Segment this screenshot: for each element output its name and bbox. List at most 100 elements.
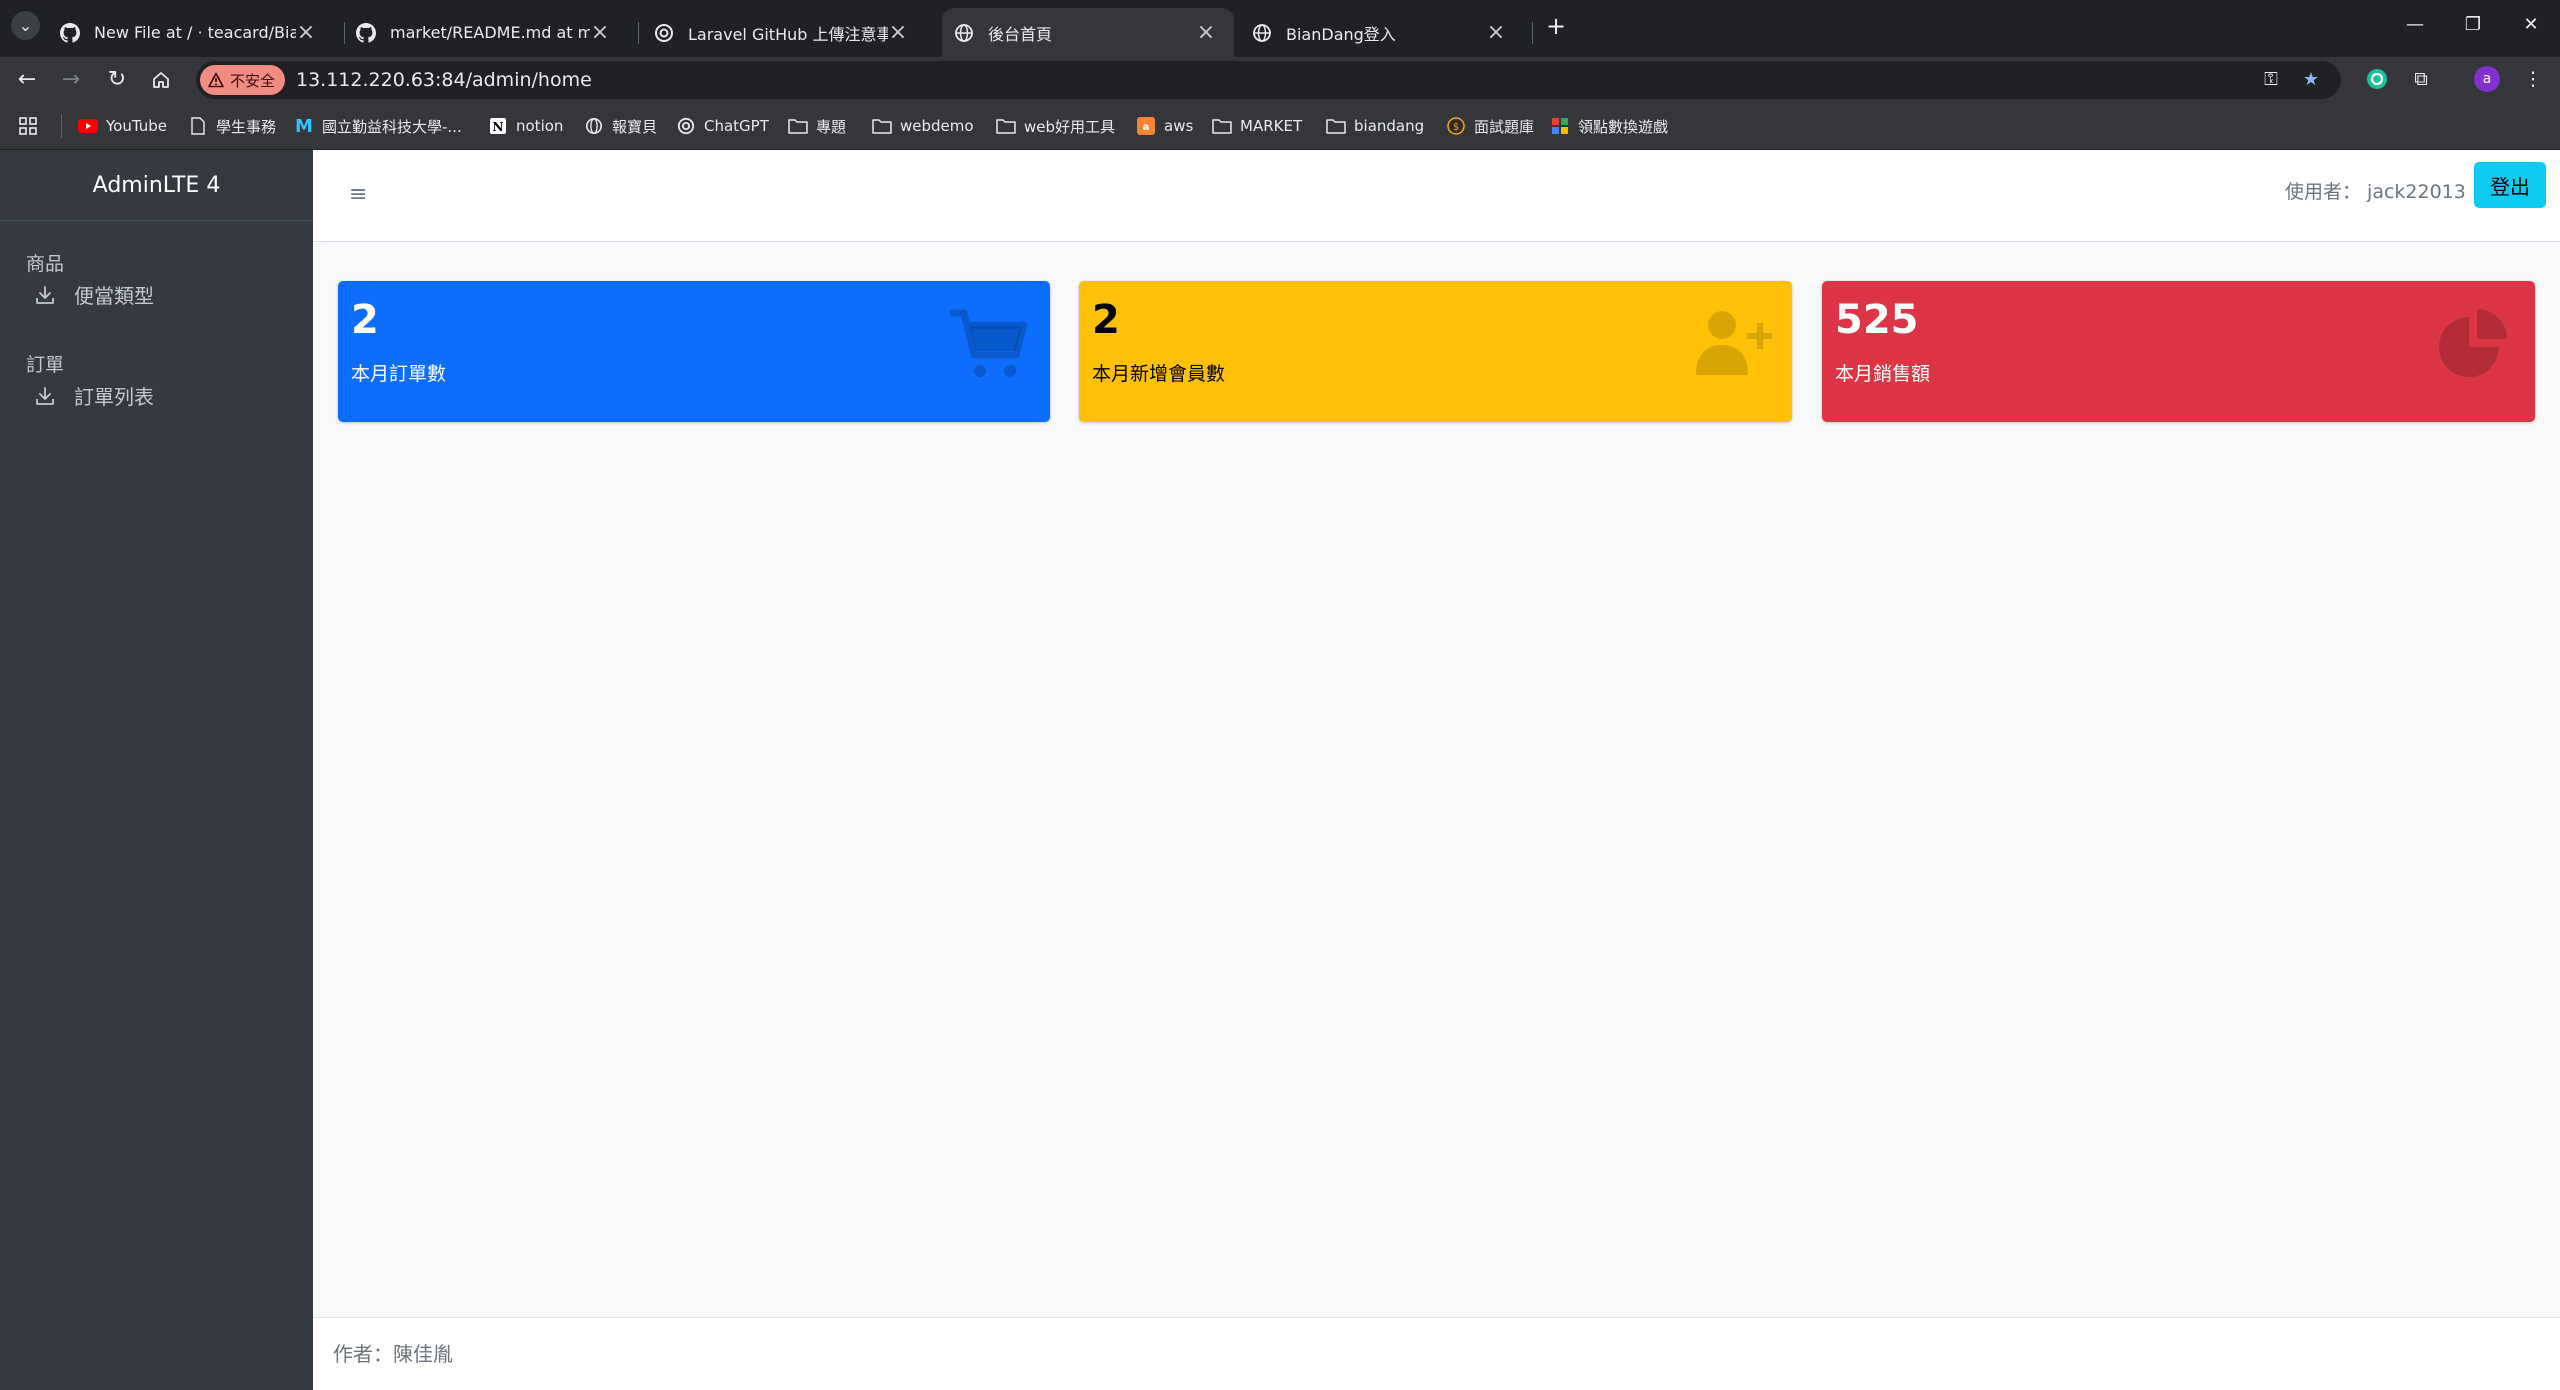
security-label: 不安全 <box>230 71 276 90</box>
bookmark-item[interactable]: 報寶貝 <box>584 102 657 150</box>
back-button[interactable]: ← <box>12 65 42 95</box>
bookmark-label: web好用工具 <box>1024 117 1116 136</box>
close-icon: ✕ <box>2523 14 2539 35</box>
bookmark-star-button[interactable]: ★ <box>2298 67 2324 93</box>
forward-button[interactable]: → <box>56 65 86 95</box>
browser-tab[interactable]: market/README.md at main × <box>352 8 628 57</box>
browser-tab[interactable]: BianDang登入 × <box>1248 8 1524 57</box>
bookmark-label: YouTube <box>106 117 167 135</box>
bookmark-folder[interactable]: webdemo <box>872 102 974 150</box>
sidebar-toggle-button[interactable]: ≡ <box>349 180 371 210</box>
stat-box-monthly-orders: 2 本月訂單數 <box>338 281 1050 422</box>
svg-text:N: N <box>493 120 504 134</box>
extension-button[interactable] <box>2364 66 2390 92</box>
tab-search-button[interactable]: ⌄ <box>11 11 40 40</box>
globe-icon <box>584 116 604 136</box>
sidebar: AdminLTE 4 商品 便當類型 訂單 訂單列表 <box>0 150 313 1390</box>
arrow-right-icon: → <box>61 67 81 92</box>
bookmark-folder[interactable]: MARKET <box>1212 102 1302 150</box>
bookmark-item[interactable]: N notion <box>488 102 563 150</box>
github-icon <box>60 22 80 43</box>
sidebar-item-label: 訂單列表 <box>74 385 154 409</box>
close-window-button[interactable]: ✕ <box>2516 10 2546 40</box>
page-icon <box>188 116 208 136</box>
minimize-icon: — <box>2406 14 2424 35</box>
tab-close-icon[interactable]: × <box>1196 21 1216 43</box>
more-vertical-icon: ⋮ <box>2523 68 2543 90</box>
tab-close-icon[interactable]: × <box>590 21 610 43</box>
tab-close-icon[interactable]: × <box>888 21 908 43</box>
openai-icon <box>654 23 674 43</box>
sidebar-item-order-list[interactable]: 訂單列表 <box>34 381 154 410</box>
star-icon: ★ <box>2302 69 2320 90</box>
security-chip[interactable]: 不安全 <box>200 65 286 95</box>
stat-label: 本月新增會員數 <box>1092 363 1226 385</box>
browser-tab-strip: ⌄ New File at / · teacard/Bianda × marke… <box>0 0 2560 57</box>
bookmark-item[interactable]: a aws <box>1136 102 1193 150</box>
bookmark-folder[interactable]: 專題 <box>788 102 846 150</box>
bookmark-item[interactable]: $ 面試題庫 <box>1446 102 1534 150</box>
apps-button[interactable] <box>18 102 38 150</box>
notion-icon: N <box>488 116 508 136</box>
plus-icon: + <box>1545 12 1567 40</box>
youtube-icon <box>78 116 98 136</box>
minimize-button[interactable]: — <box>2400 10 2430 40</box>
puzzle-icon: ⧉ <box>2414 68 2428 90</box>
profile-avatar[interactable]: a <box>2474 66 2500 92</box>
folder-icon <box>788 116 808 136</box>
hacker-icon: $ <box>1446 116 1466 136</box>
tab-title: 後台首頁 <box>988 24 1053 44</box>
browser-tab[interactable]: Laravel GitHub 上傳注意事項 × <box>650 8 926 57</box>
m-logo-icon: M <box>295 115 313 137</box>
bookmark-label: ChatGPT <box>704 117 769 135</box>
reload-button[interactable]: ↻ <box>102 65 132 95</box>
svg-text:$: $ <box>1453 122 1459 133</box>
folder-icon <box>996 116 1016 136</box>
folder-icon <box>872 116 892 136</box>
tab-title: BianDang登入 <box>1286 24 1396 44</box>
stat-value: 2 <box>351 297 379 343</box>
pie-chart-icon <box>2439 309 2507 377</box>
restore-icon: ❐ <box>2464 14 2482 35</box>
tab-close-icon[interactable]: × <box>296 21 316 43</box>
home-button[interactable] <box>146 65 176 95</box>
bookmark-folder[interactable]: biandang <box>1326 102 1424 150</box>
bookmark-item[interactable]: ChatGPT <box>676 102 769 150</box>
stat-box-monthly-sales: 525 本月銷售額 <box>1822 281 2535 422</box>
game-icon <box>1550 116 1570 136</box>
restore-button[interactable]: ❐ <box>2458 10 2488 40</box>
download-icon <box>34 284 56 306</box>
key-icon: ⚿ <box>2264 69 2278 90</box>
stat-label: 本月銷售額 <box>1835 363 1931 385</box>
address-bar[interactable]: 不安全 13.112.220.63:84/admin/home ⚿ ★ <box>196 61 2341 99</box>
browser-tab-active[interactable]: 後台首頁 × <box>942 8 1234 57</box>
bookmark-item[interactable]: M 國立勤益科技大學-... <box>294 102 462 150</box>
home-icon <box>153 72 169 88</box>
logout-button[interactable]: 登出 <box>2474 162 2546 208</box>
bookmark-folder[interactable]: web好用工具 <box>996 102 1115 150</box>
bookmark-item[interactable]: 學生事務 <box>188 102 276 150</box>
aws-icon: a <box>1136 116 1156 136</box>
bookmark-label: MARKET <box>1240 117 1303 135</box>
extensions-menu-button[interactable]: ⧉ <box>2408 66 2434 92</box>
user-plus-icon <box>1696 311 1772 375</box>
bookmark-item[interactable]: 領點數換遊戲 <box>1550 102 1668 150</box>
brand-link[interactable]: AdminLTE 4 <box>0 150 313 221</box>
bookmark-item[interactable]: YouTube <box>78 102 167 150</box>
sidebar-item-bento-types[interactable]: 便當類型 <box>34 280 154 309</box>
sidebar-header-products: 商品 <box>26 253 65 275</box>
bookmark-label: 報寶貝 <box>612 117 658 136</box>
globe-icon <box>954 23 974 43</box>
warning-icon <box>208 72 224 88</box>
browser-tab[interactable]: New File at / · teacard/Bianda × <box>54 8 334 57</box>
bookmark-label: 國立勤益科技大學-... <box>322 117 462 136</box>
tab-separator <box>638 22 639 44</box>
url-text: 13.112.220.63:84/admin/home <box>296 69 592 91</box>
browser-menu-button[interactable]: ⋮ <box>2520 66 2546 92</box>
openai-icon <box>676 116 696 136</box>
bookmark-label: 專題 <box>816 117 847 136</box>
stat-value: 2 <box>1092 297 1120 343</box>
tab-close-icon[interactable]: × <box>1486 21 1506 43</box>
new-tab-button[interactable]: + <box>1542 12 1570 40</box>
password-key-button[interactable]: ⚿ <box>2258 67 2284 93</box>
